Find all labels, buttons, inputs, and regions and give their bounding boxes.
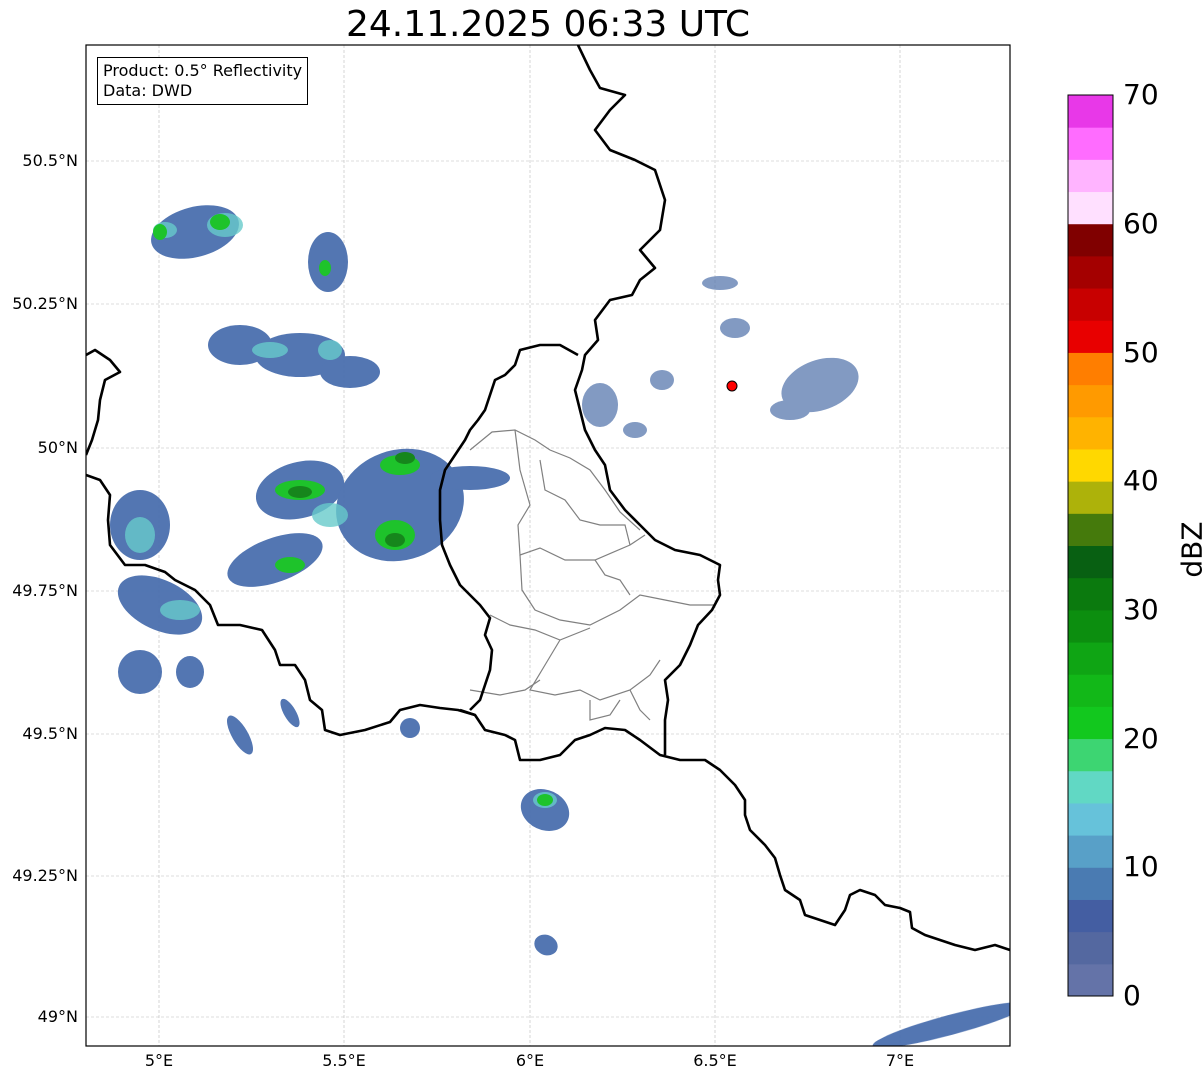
lat-tick-label: 50°N	[37, 438, 78, 457]
radar-site-marker	[726, 380, 738, 392]
colorbar-segment	[1068, 609, 1113, 643]
colorbar-segment	[1068, 738, 1113, 772]
colorbar-segment	[1068, 802, 1113, 836]
radar-map	[85, 44, 1114, 1047]
colorbar-segment	[1068, 95, 1113, 128]
colorbar-segment	[1068, 899, 1113, 933]
colorbar-segment	[1068, 352, 1113, 386]
map-grid	[86, 45, 1010, 1046]
colorbar-tick-label: 20	[1123, 722, 1159, 755]
colorbar-tick-label: 0	[1123, 979, 1141, 1012]
lat-tick-label: 50.5°N	[22, 151, 78, 170]
info-box: Product: 0.5° Reflectivity Data: DWD	[97, 57, 309, 105]
lat-tick-label: 49°N	[37, 1007, 78, 1026]
lon-tick-label: 6.5°E	[693, 1051, 737, 1070]
colorbar-segment	[1068, 481, 1113, 514]
colorbar-segment	[1068, 223, 1113, 257]
lat-tick-label: 49.75°N	[12, 581, 78, 600]
colorbar-segment	[1068, 867, 1113, 900]
colorbar-tick-label: 40	[1123, 464, 1159, 497]
data-source-label: Data: DWD	[103, 81, 193, 100]
lat-tick-label: 49.5°N	[22, 724, 78, 743]
colorbar-segment	[1068, 191, 1113, 225]
colorbar-segment	[1068, 835, 1113, 868]
colorbar-segment	[1068, 706, 1113, 740]
colorbar-tick-label: 10	[1123, 850, 1159, 883]
colorbar-segment	[1068, 384, 1113, 418]
lon-tick-label: 5.5°E	[322, 1051, 366, 1070]
colorbar-segment	[1068, 642, 1113, 675]
colorbar	[1068, 95, 1113, 997]
colorbar-segment	[1068, 577, 1113, 611]
colorbar-segment	[1068, 320, 1113, 353]
map-frame	[85, 44, 1011, 1047]
lon-tick-label: 5°E	[144, 1051, 174, 1070]
colorbar-segment	[1068, 545, 1113, 579]
colorbar-segment	[1068, 674, 1113, 707]
lat-tick-label: 49.25°N	[12, 866, 78, 885]
colorbar-segment	[1068, 931, 1113, 965]
colorbar-segment	[1068, 159, 1113, 193]
colorbar-segment	[1068, 416, 1113, 450]
colorbar-segment	[1068, 127, 1113, 160]
lat-tick-label: 50.25°N	[12, 294, 78, 313]
colorbar-segment	[1068, 963, 1113, 997]
colorbar-tick-label: 50	[1123, 336, 1159, 369]
lon-tick-label: 6°E	[515, 1051, 545, 1070]
colorbar-segment	[1068, 513, 1113, 546]
colorbar-segment	[1068, 255, 1113, 289]
colorbar-segment	[1068, 288, 1113, 321]
product-label: Product: 0.5° Reflectivity	[103, 61, 303, 80]
colorbar-tick-label: 70	[1123, 78, 1159, 111]
colorbar-unit-label: dBZ	[1175, 521, 1202, 578]
colorbar-tick-label: 60	[1123, 207, 1159, 240]
lon-tick-label: 7°E	[885, 1051, 915, 1070]
colorbar-segment	[1068, 448, 1113, 482]
colorbar-segment	[1068, 770, 1113, 804]
colorbar-tick-label: 30	[1123, 593, 1159, 626]
